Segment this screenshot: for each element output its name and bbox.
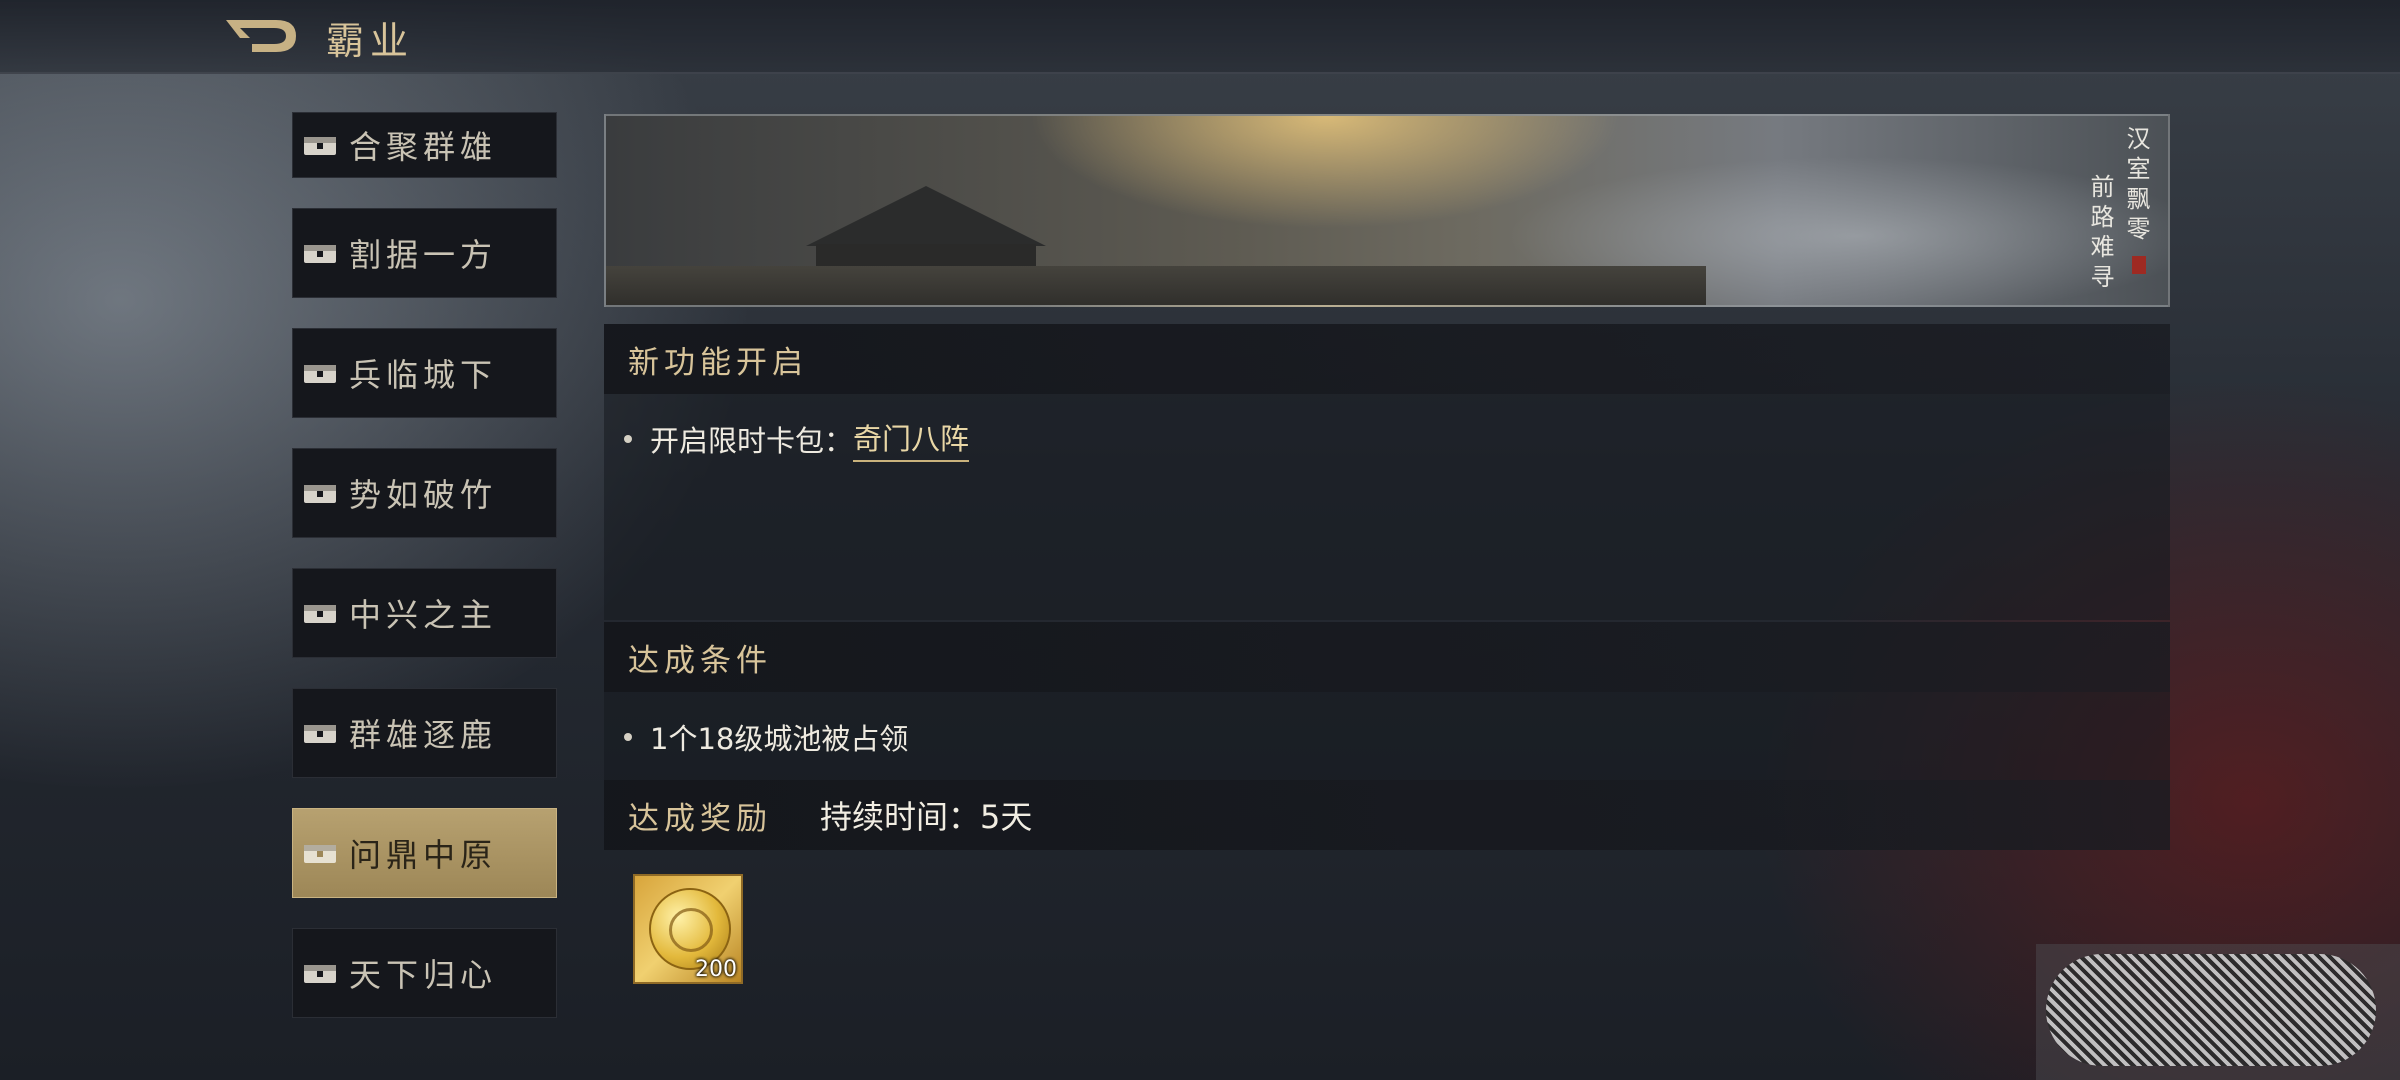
- reward-item-gold[interactable]: 200: [633, 874, 743, 984]
- sidebar-item-label: 势如破竹: [349, 476, 498, 514]
- chest-icon: [304, 137, 336, 155]
- sidebar-item-7[interactable]: 天下归心: [292, 928, 557, 1018]
- back-arrow-icon[interactable]: [222, 14, 300, 58]
- sidebar-item-3[interactable]: 势如破竹: [292, 448, 557, 538]
- sidebar-item-4[interactable]: 中兴之主: [292, 568, 557, 658]
- chapter-banner: 汉室飘零 前路难寻: [604, 114, 2170, 307]
- feature-item: 开启限时卡包： 奇门八阵: [624, 416, 970, 462]
- reward-heading: 达成奖励: [628, 800, 772, 837]
- sidebar-item-label: 中兴之主: [349, 596, 498, 634]
- sidebar-item-label: 问鼎中原: [349, 836, 498, 874]
- sidebar-item-label: 群雄逐鹿: [349, 716, 498, 754]
- feature-section-header: 新功能开启: [604, 324, 2170, 394]
- sidebar-item-5[interactable]: 群雄逐鹿: [292, 688, 557, 778]
- reward-quantity: 200: [695, 957, 737, 982]
- sidebar-item-label: 兵临城下: [349, 356, 498, 394]
- sidebar-item-label: 天下归心: [349, 956, 498, 994]
- banner-text-line1: 汉室飘零: [2122, 126, 2150, 246]
- chest-icon: [304, 365, 336, 383]
- red-seal-icon: [2132, 256, 2146, 274]
- banner-palace-roof: [806, 186, 1046, 246]
- chest-icon: [304, 965, 336, 983]
- sidebar-item-1[interactable]: 割据一方: [292, 208, 557, 298]
- bullet-icon: [624, 733, 632, 741]
- floating-chat-widget[interactable]: [2036, 944, 2400, 1080]
- sidebar-item-label: 割据一方: [349, 236, 498, 274]
- top-bar: 霸业: [0, 0, 2400, 74]
- chest-icon: [304, 845, 336, 863]
- sidebar-item-label: 合聚群雄: [349, 128, 498, 166]
- reward-duration: 持续时间：5天: [820, 798, 1033, 836]
- chest-icon: [304, 605, 336, 623]
- feature-heading: 新功能开启: [628, 344, 808, 381]
- reward-section-header: 达成奖励 持续时间：5天: [604, 780, 2170, 850]
- obscured-overlay: [2046, 954, 2376, 1066]
- feature-item-prefix: 开启限时卡包：: [650, 424, 854, 458]
- chest-icon: [304, 725, 336, 743]
- condition-heading: 达成条件: [628, 642, 772, 679]
- sidebar-item-6[interactable]: 问鼎中原: [292, 808, 557, 898]
- sidebar-item-0[interactable]: 合聚群雄: [292, 112, 557, 178]
- condition-item-text: 1个18级城池被占领: [650, 722, 909, 756]
- condition-item: 1个18级城池被占领: [624, 716, 908, 758]
- banner-text-line2: 前路难寻: [2086, 174, 2114, 294]
- card-pack-link[interactable]: 奇门八阵: [853, 416, 970, 462]
- sidebar-item-2[interactable]: 兵临城下: [292, 328, 557, 418]
- bullet-icon: [624, 435, 632, 443]
- chest-icon: [304, 485, 336, 503]
- condition-section-header: 达成条件: [604, 622, 2170, 692]
- page-title: 霸业: [326, 19, 415, 63]
- chest-icon: [304, 245, 336, 263]
- banner-city-walls: [606, 266, 1706, 305]
